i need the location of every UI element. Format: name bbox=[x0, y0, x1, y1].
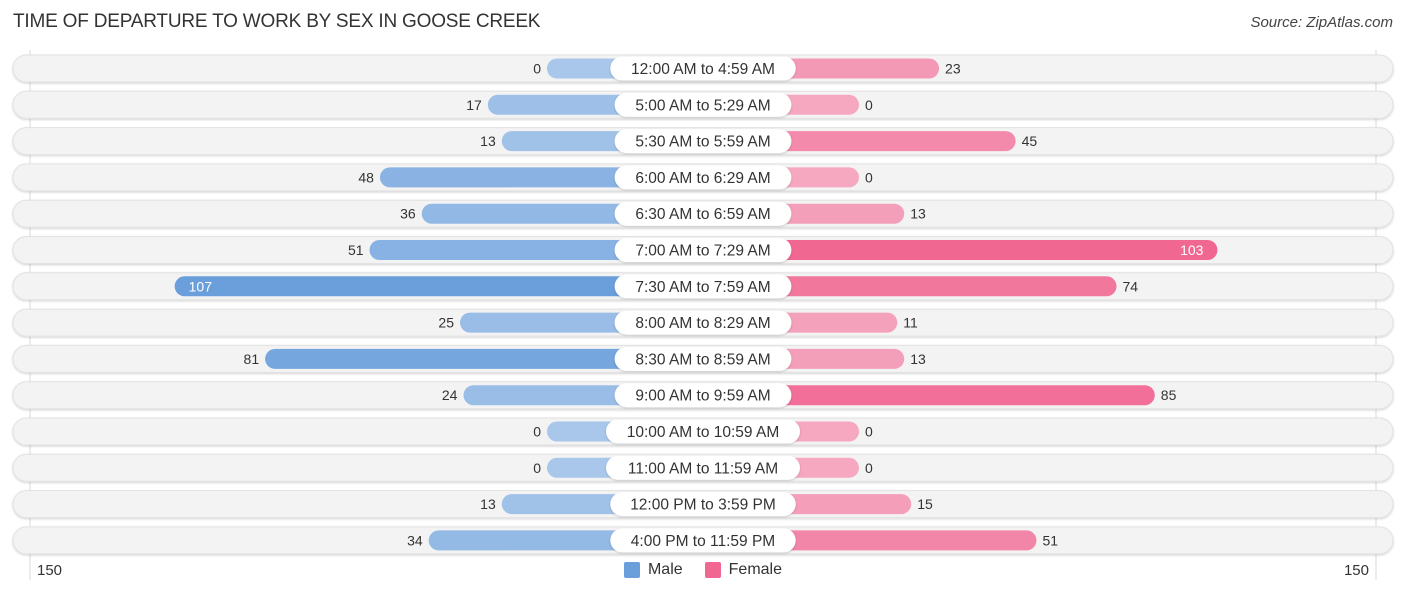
value-label-male: 107 bbox=[189, 278, 213, 294]
category-label: 8:30 AM to 8:59 AM bbox=[635, 351, 770, 368]
chart-canvas: 0 23 12:00 AM to 4:59 AM 17 0 5:00 AM to 5:29… bbox=[12, 50, 1394, 580]
value-label-female: 45 bbox=[1022, 133, 1038, 149]
value-label-male: 25 bbox=[438, 315, 454, 331]
legend-label-female: Female bbox=[728, 561, 783, 578]
category-label: 5:30 AM to 5:59 AM bbox=[635, 134, 770, 151]
value-label-female: 0 bbox=[865, 97, 873, 113]
legend-item-female[interactable]: Female bbox=[704, 561, 783, 579]
category-label: 12:00 PM to 3:59 PM bbox=[630, 497, 776, 514]
value-label-male: 34 bbox=[407, 532, 423, 548]
value-label-female: 23 bbox=[945, 61, 961, 77]
legend: Male Female bbox=[0, 561, 1406, 579]
category-label: 10:00 AM to 10:59 AM bbox=[627, 424, 780, 441]
value-label-female: 0 bbox=[865, 169, 873, 185]
legend-item-male[interactable]: Male bbox=[623, 561, 683, 579]
category-label: 4:00 PM to 11:59 PM bbox=[631, 533, 775, 550]
value-label-male: 36 bbox=[400, 206, 416, 222]
value-label-female: 74 bbox=[1123, 278, 1139, 294]
value-label-female: 51 bbox=[1042, 532, 1058, 548]
category-label: 8:00 AM to 8:29 AM bbox=[635, 315, 770, 332]
category-label: 11:00 AM to 11:59 AM bbox=[628, 460, 778, 477]
value-label-male: 13 bbox=[480, 133, 496, 149]
value-label-female: 103 bbox=[1180, 242, 1204, 258]
value-label-male: 24 bbox=[442, 387, 458, 403]
value-label-female: 15 bbox=[917, 496, 933, 512]
value-label-female: 11 bbox=[903, 315, 918, 331]
category-label: 7:30 AM to 7:59 AM bbox=[635, 279, 770, 296]
category-label: 5:00 AM to 5:29 AM bbox=[635, 97, 770, 114]
legend-label-male: Male bbox=[647, 561, 683, 578]
category-label: 9:00 AM to 9:59 AM bbox=[635, 388, 770, 405]
value-label-male: 81 bbox=[244, 351, 260, 367]
category-label: 7:00 AM to 7:29 AM bbox=[635, 243, 770, 260]
value-label-male: 0 bbox=[533, 61, 541, 77]
category-label: 6:30 AM to 6:59 AM bbox=[635, 206, 770, 223]
value-label-female: 85 bbox=[1161, 387, 1177, 403]
value-label-female: 13 bbox=[910, 351, 926, 367]
legend-swatch-female bbox=[704, 562, 721, 578]
value-label-male: 13 bbox=[480, 496, 496, 512]
legend-swatch-male bbox=[623, 562, 640, 578]
value-label-male: 17 bbox=[466, 97, 482, 113]
value-label-female: 0 bbox=[865, 424, 873, 440]
category-label: 6:00 AM to 6:29 AM bbox=[635, 170, 770, 187]
value-label-female: 0 bbox=[865, 460, 873, 476]
value-label-male: 48 bbox=[358, 169, 374, 185]
value-label-male: 51 bbox=[348, 242, 364, 258]
value-label-female: 13 bbox=[910, 206, 926, 222]
value-label-male: 0 bbox=[533, 460, 541, 476]
value-label-male: 0 bbox=[533, 424, 541, 440]
category-label: 12:00 AM to 4:59 AM bbox=[631, 61, 775, 78]
